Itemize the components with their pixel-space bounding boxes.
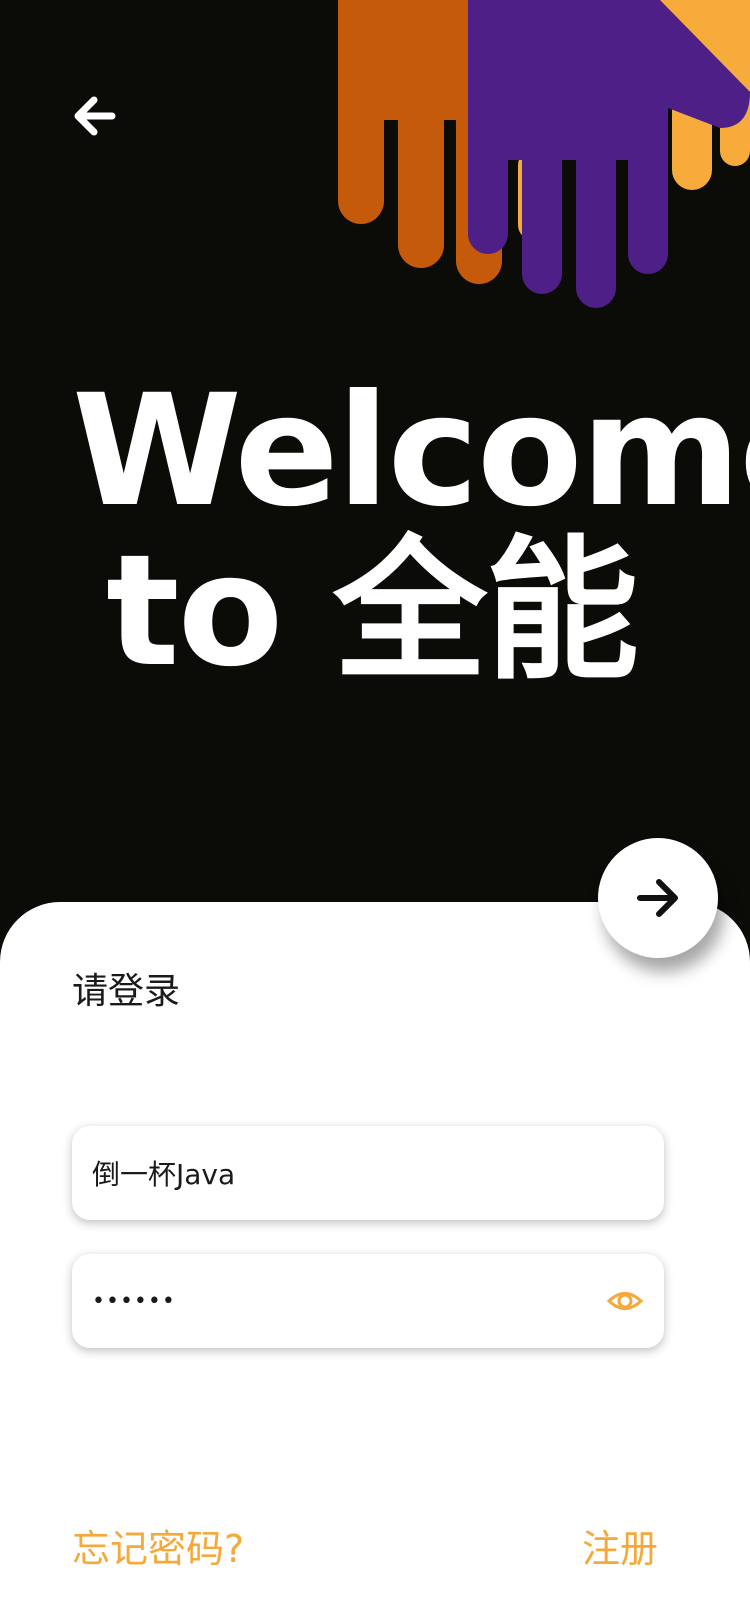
password-field[interactable]: •••••• xyxy=(72,1254,664,1348)
arrow-left-icon xyxy=(74,96,116,136)
forgot-password-link[interactable]: 忘记密码? xyxy=(72,1518,244,1573)
register-link[interactable]: 注册 xyxy=(582,1518,658,1573)
eye-icon[interactable] xyxy=(606,1282,644,1320)
arrow-right-icon xyxy=(637,879,678,917)
hands-illustration xyxy=(338,0,750,308)
welcome-heading: Welcome to 全能 xyxy=(72,372,750,692)
back-button[interactable] xyxy=(66,88,122,144)
welcome-line-1: Welcome xyxy=(72,362,750,541)
submit-button[interactable] xyxy=(598,838,718,958)
welcome-line-2: to 全能 xyxy=(106,522,639,701)
password-value[interactable]: •••••• xyxy=(92,1289,606,1314)
login-title: 请登录 xyxy=(72,971,181,1012)
login-card: 请登录 倒一杯Java •••••• 忘记密码? 注册 xyxy=(0,902,750,1624)
username-field[interactable]: 倒一杯Java xyxy=(72,1126,664,1220)
hero-section: Welcome to 全能 xyxy=(0,0,750,920)
username-value[interactable]: 倒一杯Java xyxy=(92,1153,644,1193)
